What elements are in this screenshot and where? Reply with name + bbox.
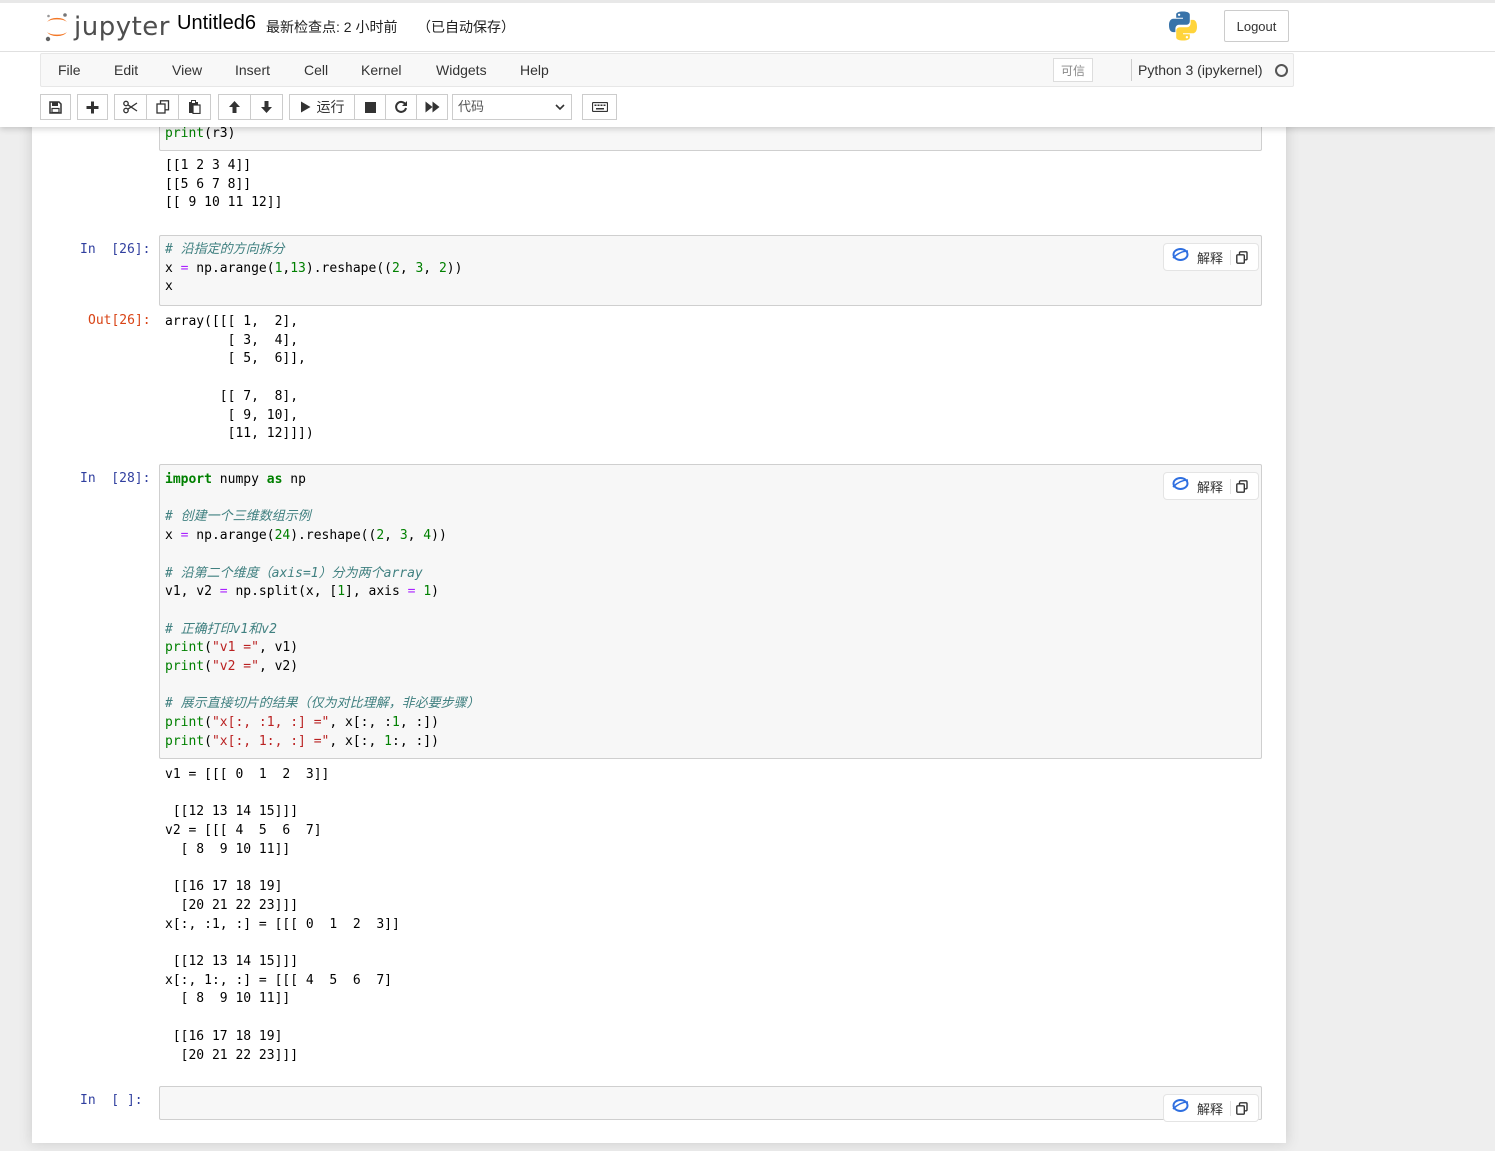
arrow-down-icon: [261, 101, 272, 113]
kernel-status-icon: [1275, 64, 1288, 77]
cut-button[interactable]: [114, 94, 147, 120]
restart-icon: [395, 100, 407, 113]
ai-logo-icon: [1172, 1098, 1189, 1118]
menu-edit[interactable]: Edit: [114, 62, 138, 78]
menubar: File Edit View Insert Cell Kernel Widget…: [40, 53, 1294, 87]
code-comment: # 展示直接切片的结果（仅为对比理解，非必要步骤）: [165, 696, 480, 712]
trusted-indicator[interactable]: 可信: [1053, 58, 1093, 82]
copy-button[interactable]: [146, 94, 179, 120]
cell-output: [[1 2 3 4]] [[5 6 7 8]] [[ 9 10 11 12]]: [165, 158, 283, 211]
code-source[interactable]: # 沿指定的方向拆分 x = np.arange(1,13).reshape((…: [165, 241, 462, 297]
notebook-name[interactable]: Untitled6: [177, 12, 256, 35]
explain-button[interactable]: 解释: [1163, 1094, 1259, 1122]
command-palette-button[interactable]: [582, 94, 617, 120]
explain-button[interactable]: 解释: [1163, 472, 1259, 500]
checkpoint-status: 最新检查点: 2 小时前: [266, 19, 398, 35]
code-line: print(r3): [165, 126, 236, 141]
save-button[interactable]: [40, 94, 71, 120]
menu-cell[interactable]: Cell: [304, 62, 328, 78]
scissors-icon: [123, 100, 138, 114]
move-down-button[interactable]: [250, 94, 283, 120]
restart-run-all-button[interactable]: [416, 94, 448, 120]
jupyter-logo[interactable]: jupyter: [44, 9, 170, 45]
input-prompt: In [ ]:: [80, 1093, 143, 1108]
restart-button[interactable]: [385, 94, 417, 120]
copy-icon[interactable]: [1236, 251, 1248, 269]
explain-label: 解释: [1197, 250, 1224, 266]
copy-icon[interactable]: [1236, 480, 1248, 498]
input-prompt: In [28]:: [80, 471, 151, 486]
jupyter-logo-icon: [45, 13, 67, 42]
code-comment: # 沿指定的方向拆分: [165, 242, 285, 257]
autosave-status: （已自动保存）: [417, 19, 515, 35]
run-button[interactable]: 运行: [289, 94, 355, 120]
kernel-name[interactable]: Python 3 (ipykernel): [1138, 62, 1263, 78]
explain-label: 解释: [1197, 479, 1224, 495]
clipboard-icon: [189, 100, 201, 114]
explain-button[interactable]: 解释: [1163, 243, 1259, 271]
insert-cell-button[interactable]: [77, 94, 108, 120]
copy-icon[interactable]: [1236, 1102, 1248, 1120]
menu-help[interactable]: Help: [520, 62, 549, 78]
code-cell-input[interactable]: [159, 1086, 1262, 1120]
ai-logo-icon: [1172, 476, 1189, 496]
copy-icon: [155, 100, 169, 114]
move-up-button[interactable]: [218, 94, 251, 120]
run-label: 运行: [316, 99, 345, 115]
code-comment: # 沿第二个维度（axis=1）分为两个array: [165, 565, 423, 581]
menu-insert[interactable]: Insert: [235, 62, 270, 78]
output-prompt: Out[26]:: [88, 313, 151, 328]
paste-button[interactable]: [178, 94, 211, 120]
python-logo-icon: [1167, 10, 1199, 47]
menu-kernel[interactable]: Kernel: [361, 62, 401, 78]
logout-button[interactable]: Logout: [1224, 10, 1289, 42]
cell-type-value: 代码: [458, 99, 485, 114]
fast-forward-icon: [425, 101, 439, 113]
interrupt-button[interactable]: [354, 94, 386, 120]
chevron-down-icon: [555, 104, 565, 111]
menu-file[interactable]: File: [58, 62, 81, 78]
header: jupyter Untitled6 最新检查点: 2 小时前 （已自动保存） L…: [0, 0, 1495, 127]
floppy-disk-icon: [49, 100, 62, 114]
code-source[interactable]: import numpy as np # 创建一个三维数组示例 x = np.a…: [165, 471, 480, 752]
cell-type-select[interactable]: 代码: [452, 94, 572, 120]
stop-icon: [364, 101, 376, 113]
code-comment: # 正确打印v1和v2: [165, 621, 277, 637]
explain-label: 解释: [1197, 1101, 1224, 1117]
input-prompt: In [26]:: [80, 242, 151, 257]
keyboard-icon: [591, 102, 608, 112]
menu-view[interactable]: View: [172, 62, 202, 78]
logo-text: jupyter: [74, 12, 170, 42]
code-comment: # 创建一个三维数组示例: [165, 509, 311, 525]
plus-icon: [86, 101, 99, 113]
cell-output: array([[[ 1, 2], [ 3, 4], [ 5, 6]], [[ 7…: [165, 314, 314, 442]
arrow-up-icon: [229, 101, 240, 113]
ai-logo-icon: [1172, 247, 1189, 267]
play-icon: [300, 101, 310, 113]
cell-output: v1 = [[[ 0 1 2 3]] [[12 13 14 15]]] v2 =…: [165, 767, 400, 1063]
menu-widgets[interactable]: Widgets: [436, 62, 487, 78]
